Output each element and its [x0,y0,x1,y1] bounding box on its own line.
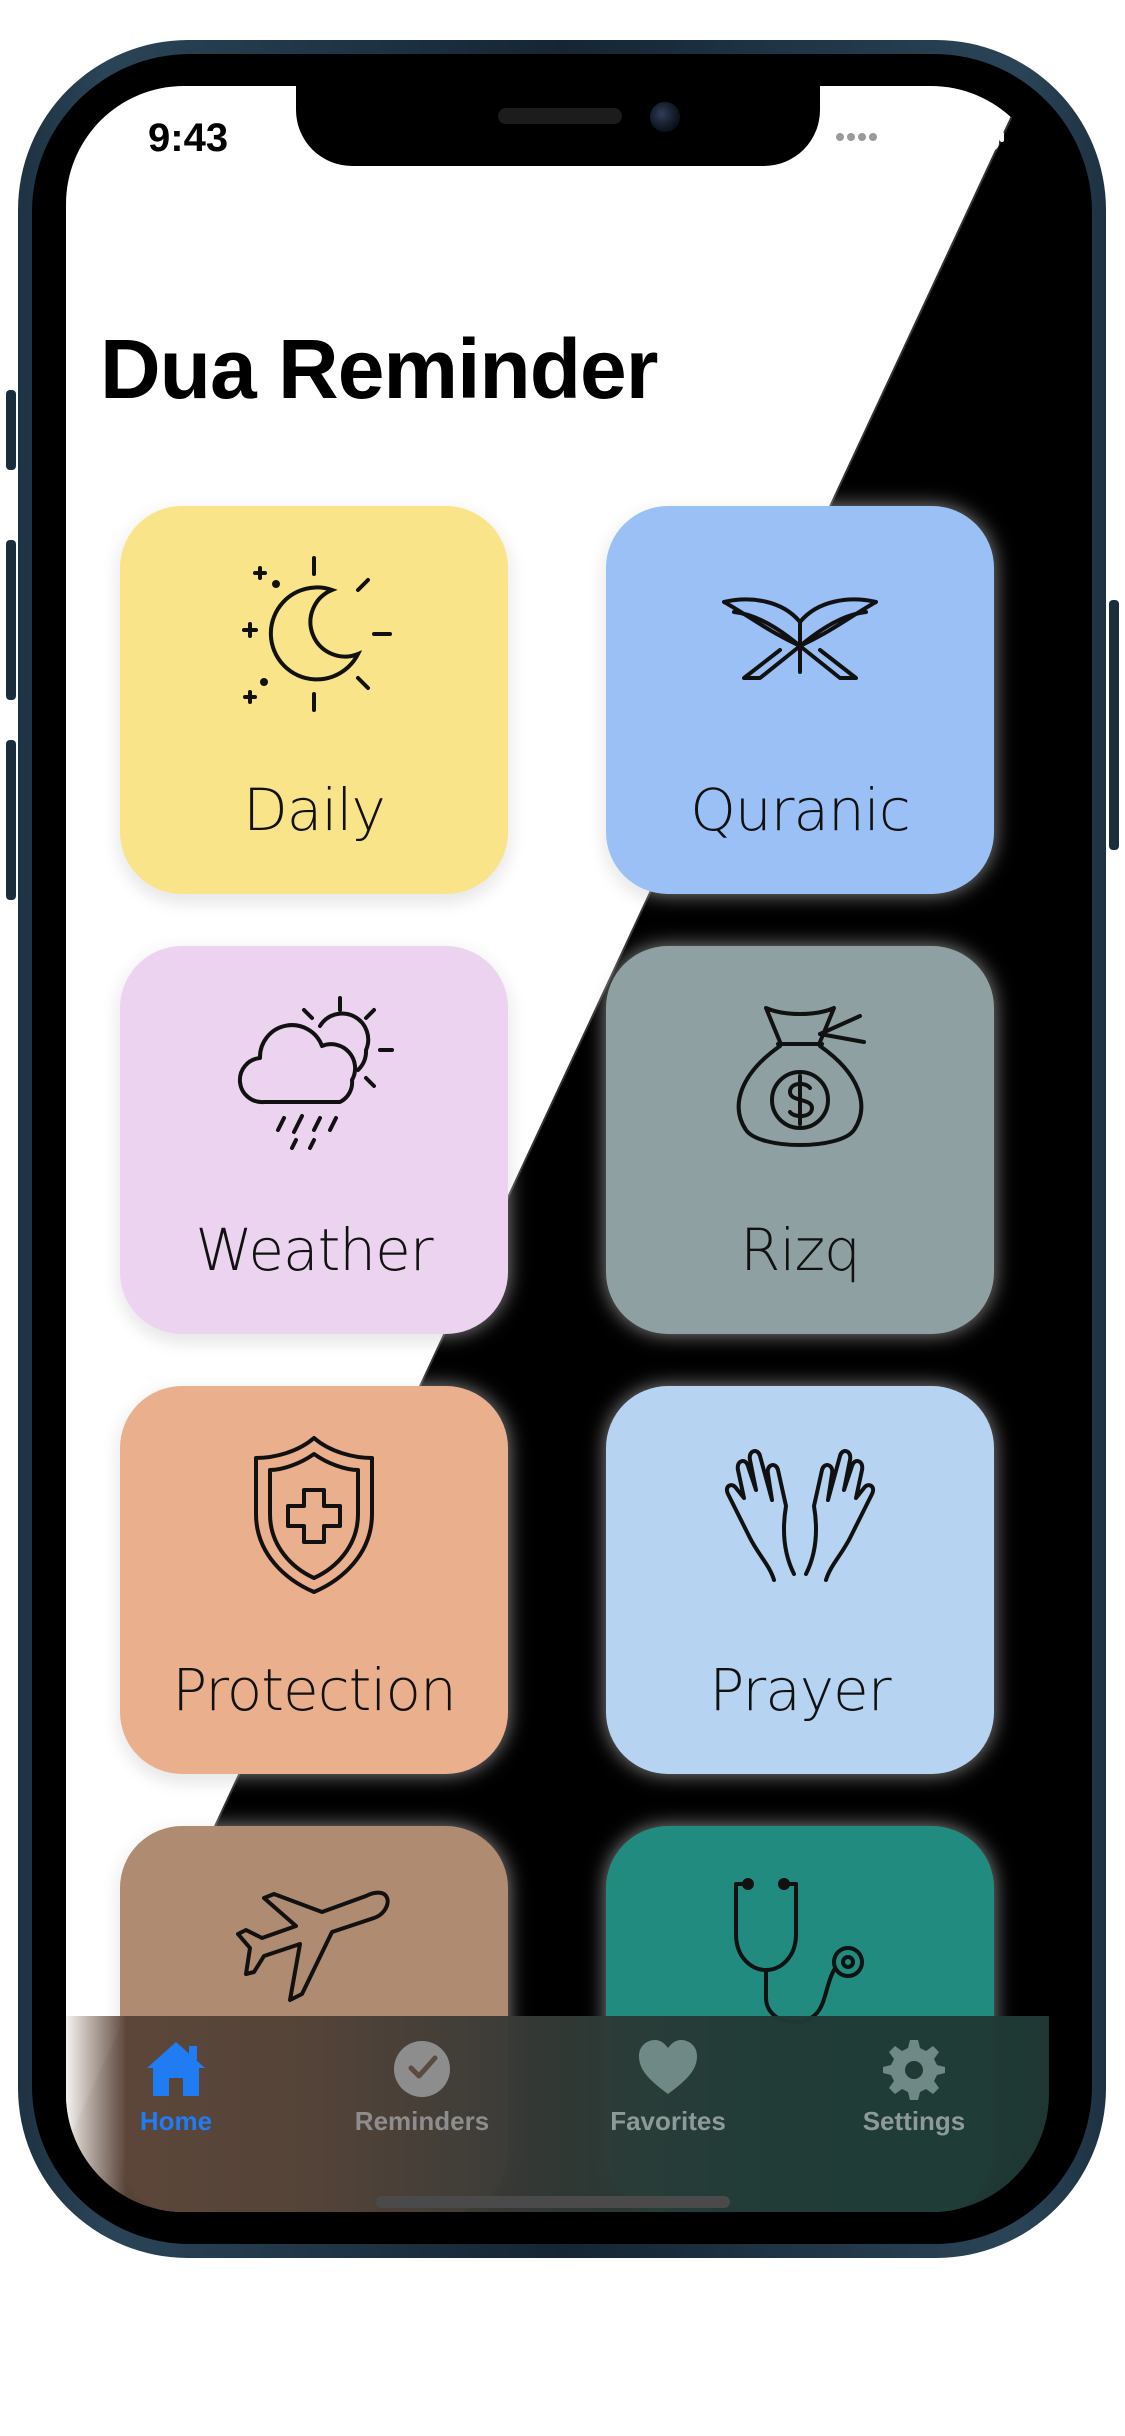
mute-switch [6,390,16,470]
category-tile-rizq[interactable]: Rizq [606,946,994,1334]
category-label: Rizq [740,1216,861,1284]
money-bag-icon [736,1006,866,1147]
category-label: Protection [172,1656,456,1724]
heart-icon [639,2040,697,2094]
notch [296,86,820,166]
tab-settings[interactable]: Settings [834,2038,994,2158]
tab-home[interactable]: Home [96,2038,256,2158]
open-quran-icon [722,597,878,680]
tab-reminders-label: Reminders [354,2106,490,2136]
category-label: Quranic [690,776,911,844]
tab-bar: Home Reminders Favorites Settings [66,2016,1049,2212]
page-title: Dua Reminder [100,322,658,416]
home-indicator[interactable] [376,2196,730,2208]
cloud-rain-sun-icon [237,996,394,1150]
category-label: Daily [243,776,386,844]
airplane-icon [236,1890,390,2002]
category-tile-weather[interactable]: Weather [120,946,508,1334]
category-tile-prayer[interactable]: Prayer [606,1386,994,1774]
volume-up-button [6,540,16,700]
category-tile-daily[interactable]: Daily [120,506,508,894]
front-camera [650,102,680,132]
sun-moon-icon [242,556,392,712]
signal-dots-icon [836,133,877,141]
tab-favorites-label: Favorites [610,2106,726,2136]
earpiece-speaker [498,108,622,124]
battery-icon [947,123,1004,151]
stethoscope-icon [734,1878,864,2025]
tab-favorites[interactable]: Favorites [588,2038,748,2158]
tab-home-label: Home [139,2106,213,2136]
shield-cross-icon [254,1436,374,1594]
praying-hands-icon [725,1449,875,1582]
tab-settings-label: Settings [862,2106,966,2136]
category-tile-quranic[interactable]: Quranic [606,506,994,894]
tab-reminders[interactable]: Reminders [342,2038,502,2158]
category-tile-protection[interactable]: Protection [120,1386,508,1774]
status-time: 9:43 [148,116,229,160]
app-screen: 9:43 Dua Reminder Daily Quranic Weather … [66,86,1049,2212]
power-button [1109,600,1119,850]
volume-down-button [6,740,16,900]
house-icon [147,2042,205,2096]
gear-icon [883,2040,945,2100]
status-icons [835,122,1007,152]
wifi-icon [894,122,932,149]
category-label: Prayer [709,1656,891,1724]
clock-icon [394,2041,450,2097]
category-label: Weather [195,1216,433,1284]
